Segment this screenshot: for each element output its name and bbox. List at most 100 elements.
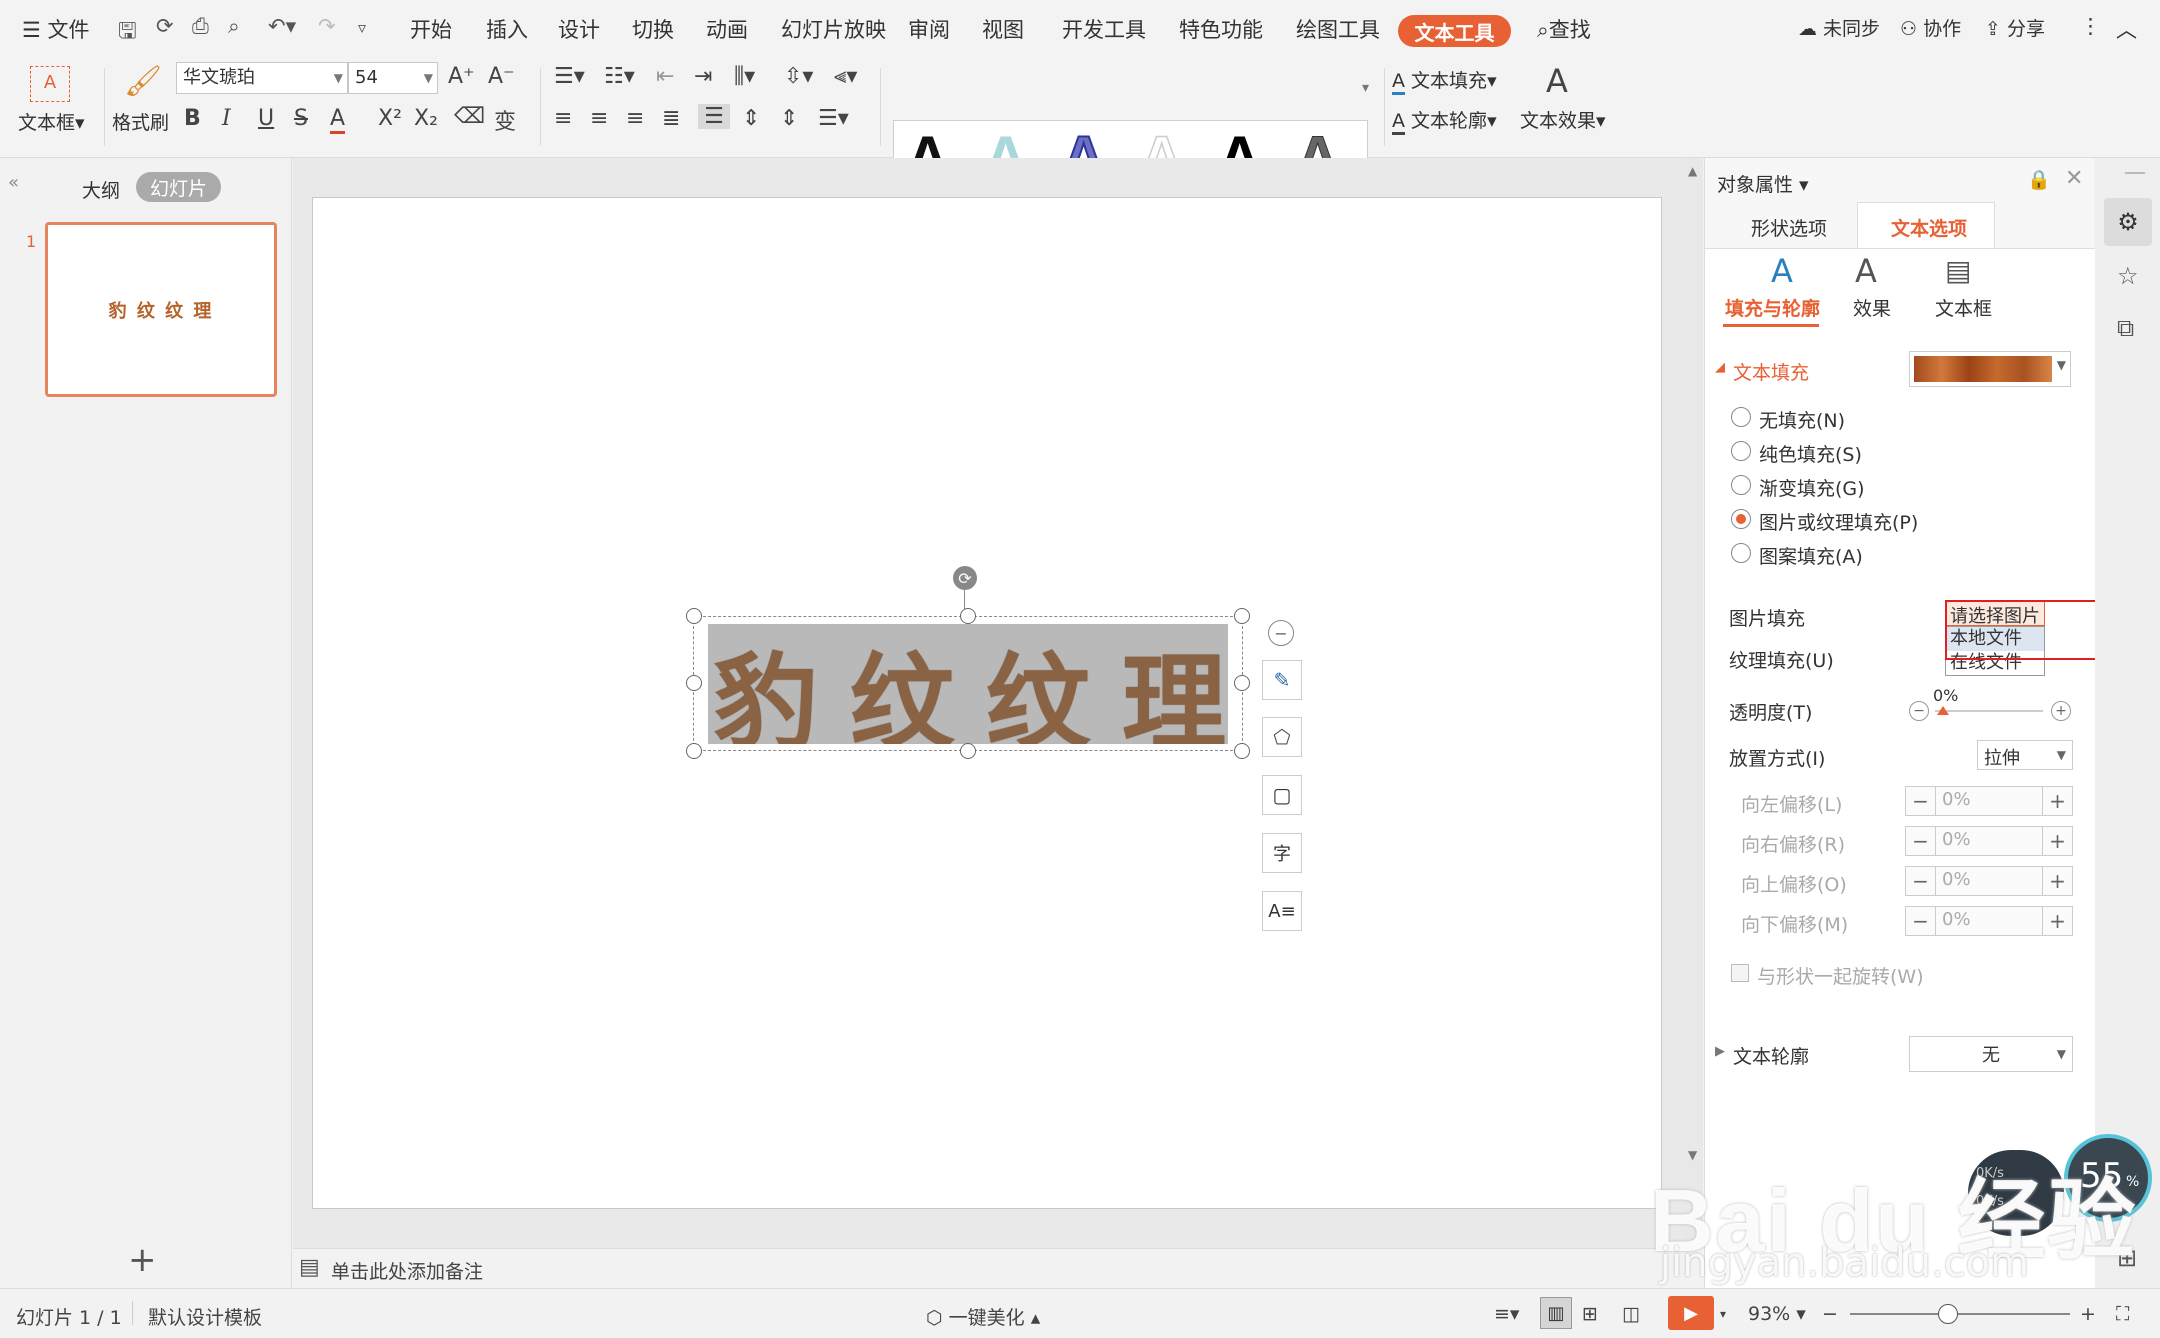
more-icon[interactable]: ▿	[358, 18, 366, 37]
numbered-list-icon[interactable]: ☷▾	[604, 64, 635, 89]
eraser-icon[interactable]: ⌫	[454, 104, 485, 129]
play-slideshow-button[interactable]: ▶	[1668, 1296, 1714, 1330]
resize-handle[interactable]	[686, 608, 702, 624]
columns-icon[interactable]: ⫼▾	[734, 64, 755, 89]
play-options-icon[interactable]: ▾	[1720, 1307, 1726, 1321]
plus-icon[interactable]: +	[2042, 827, 2072, 855]
subscript-icon[interactable]: X₂	[414, 106, 438, 131]
offset-bottom-spinner[interactable]: −0% +	[1905, 906, 2073, 936]
rotate-with-shape-checkbox[interactable]	[1731, 964, 1749, 982]
undo-icon[interactable]: ↶▾	[268, 14, 296, 38]
tab-text-options[interactable]: 文本选项	[1891, 214, 1967, 241]
notes-toggle-icon[interactable]: ≡▾	[1494, 1303, 1519, 1325]
offset-top-spinner[interactable]: −0% +	[1905, 866, 2073, 896]
subtab-fill-outline[interactable]: 填充与轮廓	[1725, 294, 1820, 321]
tab-review[interactable]: 审阅	[908, 14, 950, 44]
minus-icon[interactable]: −	[1906, 907, 1936, 935]
resize-handle[interactable]	[686, 743, 702, 759]
tab-insert[interactable]: 插入	[486, 14, 528, 44]
tab-slideshow[interactable]: 幻灯片放映	[781, 14, 886, 44]
font-color-button[interactable]: A	[330, 106, 346, 134]
resize-handle[interactable]	[1234, 743, 1250, 759]
text-direction-icon[interactable]: ⫷▾	[834, 64, 857, 89]
tab-features[interactable]: 特色功能	[1179, 14, 1263, 44]
backup-icon[interactable]: ⧉	[2117, 314, 2134, 342]
reading-view-icon[interactable]: ◫	[1622, 1303, 1640, 1325]
wordart-text[interactable]: 豹 纹 纹 理	[708, 624, 1228, 744]
minus-icon[interactable]: −	[1906, 787, 1936, 815]
resize-handle[interactable]	[1234, 675, 1250, 691]
tab-shape-options[interactable]: 形状选项	[1751, 214, 1827, 241]
tab-transition[interactable]: 切换	[632, 14, 674, 44]
outline-select[interactable]: 无 ▼	[1909, 1036, 2073, 1072]
print-icon[interactable]: ⎙	[192, 14, 209, 39]
decrease-font-icon[interactable]: A⁻	[488, 64, 515, 89]
tab-home[interactable]: 开始	[410, 14, 452, 44]
transparency-decrease-button[interactable]: −	[1909, 701, 1929, 721]
subtab-textbox[interactable]: 文本框	[1935, 294, 1992, 321]
plus-icon[interactable]: +	[2042, 787, 2072, 815]
gallery-expand-icon[interactable]: ▾	[1362, 80, 1369, 96]
sync-status[interactable]: ☁ 未同步	[1798, 14, 1880, 41]
textbox-button[interactable]: 文本框▾	[18, 108, 85, 135]
minus-icon[interactable]: −	[1906, 827, 1936, 855]
section-text-fill[interactable]: 文本填充	[1733, 358, 1809, 385]
section-text-outline[interactable]: 文本轮廓	[1733, 1042, 1809, 1069]
sorter-view-icon[interactable]: ⊞	[1582, 1303, 1598, 1325]
collapse-float-icon[interactable]: −	[1268, 620, 1294, 646]
text-fill-button[interactable]: A 文本填充▾	[1392, 66, 1497, 95]
bullet-list-icon[interactable]: ☰▾	[554, 64, 585, 89]
redo-icon[interactable]: ↷	[318, 14, 336, 38]
radio-gradient-fill[interactable]	[1731, 475, 1751, 495]
radio-picture-fill[interactable]	[1731, 509, 1751, 529]
cloud-icon[interactable]: ⟳	[156, 14, 174, 38]
notes-bar[interactable]: ▤ 单击此处添加备注	[293, 1248, 1683, 1288]
resize-handle[interactable]	[1234, 608, 1250, 624]
outline-icon[interactable]: ▢	[1262, 775, 1302, 815]
radio-pattern-fill[interactable]	[1731, 543, 1751, 563]
font-size-select[interactable]: 54 ▼	[348, 62, 438, 94]
radio-no-fill[interactable]	[1731, 407, 1751, 427]
add-slide-button[interactable]: +	[128, 1240, 157, 1280]
subtab-effect[interactable]: 效果	[1853, 294, 1891, 321]
line-spacing-icon[interactable]: ⇳▾	[784, 64, 813, 89]
italic-button[interactable]: I	[222, 106, 231, 131]
strikethrough-button[interactable]: S	[294, 106, 308, 131]
tab-slides[interactable]: 幻灯片	[136, 172, 221, 202]
section-collapsed-icon[interactable]: ▶	[1715, 1044, 1725, 1059]
tab-developer[interactable]: 开发工具	[1062, 14, 1146, 44]
align-right-icon[interactable]: ≡	[626, 106, 644, 131]
style-brush-icon[interactable]: ✎	[1262, 660, 1302, 700]
align-left-icon[interactable]: ≡	[554, 106, 572, 131]
tab-animation[interactable]: 动画	[706, 14, 748, 44]
justify-icon[interactable]: ≣	[662, 106, 680, 131]
font-family-select[interactable]: 华文琥珀 ▼	[176, 62, 348, 94]
resize-handle[interactable]	[960, 743, 976, 759]
animation-icon[interactable]: ☆	[2117, 262, 2139, 290]
text-outline-button[interactable]: A 文本轮廓▾	[1392, 106, 1497, 135]
transparency-increase-button[interactable]: +	[2051, 701, 2071, 721]
tab-drawing-tools[interactable]: 绘图工具	[1296, 14, 1380, 44]
text-align-icon[interactable]: A≡	[1262, 891, 1302, 931]
zoom-in-button[interactable]: +	[2080, 1303, 2096, 1325]
zoom-slider-thumb[interactable]	[1938, 1304, 1958, 1324]
beautify-button[interactable]: ⬡ 一键美化 ▴	[926, 1303, 1040, 1330]
slide-thumbnail[interactable]: 豹 纹 纹 理	[45, 222, 277, 397]
collapse-ribbon-icon[interactable]: ︿	[2116, 14, 2137, 44]
share-button[interactable]: ⇪ 分享	[1985, 14, 2045, 41]
format-painter-button[interactable]: 格式刷	[112, 108, 169, 135]
fit-window-icon[interactable]: ⛶	[2116, 1303, 2129, 1325]
text-effect-button[interactable]: 文本效果▾	[1520, 106, 1606, 133]
offset-left-spinner[interactable]: −0% +	[1905, 786, 2073, 816]
collab-button[interactable]: ⚇ 协作	[1900, 14, 1961, 41]
normal-view-icon[interactable]: ▥	[1540, 1297, 1572, 1329]
section-expanded-icon[interactable]: ◢	[1715, 360, 1725, 375]
plus-icon[interactable]: +	[2042, 867, 2072, 895]
tab-outline[interactable]: 大纲	[82, 176, 120, 203]
shape-fill-icon[interactable]: ⬠	[1262, 717, 1302, 757]
scroll-up-icon[interactable]: ▲	[1688, 164, 1697, 178]
tab-text-tools[interactable]: 文本工具	[1398, 15, 1511, 47]
tab-design[interactable]: 设计	[558, 14, 600, 44]
align-text-icon[interactable]: ☰▾	[818, 106, 849, 131]
overflow-icon[interactable]: ⋮	[2080, 14, 2101, 38]
